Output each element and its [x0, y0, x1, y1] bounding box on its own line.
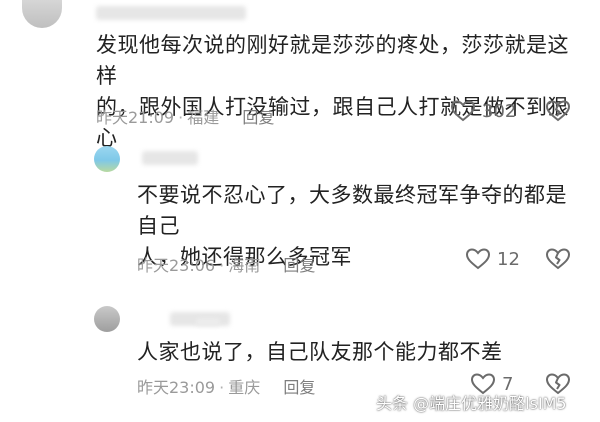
- dislike-button[interactable]: [545, 99, 571, 127]
- comment-text-line: 不要说不忍心了，大多数最终冠军争夺的都是自己: [137, 183, 567, 238]
- meta-separator: ·: [178, 108, 184, 127]
- avatar[interactable]: [22, 0, 62, 28]
- comment-meta: 昨天21:09 · 福建 回复: [96, 104, 274, 128]
- comment-location: 海南: [228, 256, 261, 275]
- comment-time: 昨天23:09: [137, 378, 216, 397]
- reply-button[interactable]: 回复: [283, 256, 315, 275]
- watermark: 头条 @端庄优雅奶酪lsIM5: [376, 394, 567, 413]
- dislike-button[interactable]: [545, 247, 571, 275]
- comment-location: 重庆: [228, 378, 261, 397]
- broken-heart-icon: [545, 248, 571, 275]
- meta-separator: ·: [219, 256, 225, 275]
- comment-text: 人家也说了，自己队友那个能力都不差: [137, 337, 587, 368]
- comment-thread: 发现他每次说的刚好就是莎莎的疼处，莎莎就是这样 的，跟外国人打没输过，跟自己人打…: [0, 0, 600, 422]
- like-button[interactable]: 12: [465, 247, 520, 271]
- like-button[interactable]: 302: [450, 99, 516, 123]
- like-count: 12: [497, 248, 520, 270]
- comment-time: 昨天23:06: [137, 256, 216, 275]
- like-count: 302: [482, 100, 517, 122]
- username-blurred[interactable]: [142, 151, 198, 165]
- avatar[interactable]: [94, 146, 120, 172]
- reply-button[interactable]: 回复: [242, 108, 274, 127]
- heart-outline-icon: [465, 247, 491, 271]
- comment-text: 发现他每次说的刚好就是莎莎的疼处，莎莎就是这样 的，跟外国人打没输过，跟自己人打…: [96, 30, 586, 154]
- comment-text-line: 人家也说了，自己队友那个能力都不差: [137, 340, 503, 364]
- username-blurred-extra: [196, 318, 220, 326]
- comment-time: 昨天21:09: [96, 108, 175, 127]
- comment-text-line: 发现他每次说的刚好就是莎莎的疼处，莎莎就是这样: [96, 33, 569, 88]
- heart-outline-icon: [450, 99, 476, 123]
- avatar[interactable]: [94, 306, 120, 332]
- comment-meta: 昨天23:09 · 重庆 回复: [137, 374, 315, 398]
- broken-heart-icon: [545, 100, 571, 127]
- meta-separator: ·: [219, 378, 225, 397]
- comment-location: 福建: [187, 108, 220, 127]
- reply-button[interactable]: 回复: [283, 378, 315, 397]
- comment-meta: 昨天23:06 · 海南 回复: [137, 252, 315, 276]
- username-blurred[interactable]: [96, 6, 246, 20]
